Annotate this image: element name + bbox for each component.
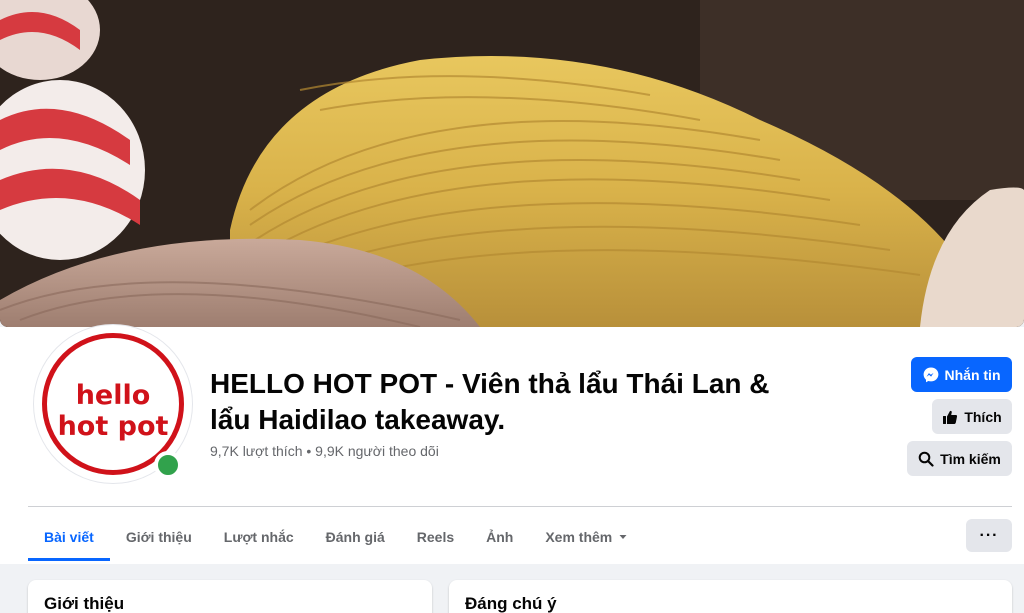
tab-see-more[interactable]: Xem thêm <box>529 513 644 561</box>
thumbs-up-icon <box>943 410 958 424</box>
online-status-indicator <box>154 451 182 479</box>
tab-posts-label: Bài viết <box>44 529 94 545</box>
logo-text: hello hot pot <box>57 380 169 442</box>
tab-about[interactable]: Giới thiệu <box>110 513 208 561</box>
tab-reviews[interactable]: Đánh giá <box>310 513 401 561</box>
tab-see-more-label: Xem thêm <box>545 529 613 545</box>
search-button-label: Tìm kiếm <box>940 450 1001 467</box>
tab-photos[interactable]: Ảnh <box>470 513 529 561</box>
page-stats[interactable]: 9,7K lượt thích • 9,9K người theo dõi <box>210 443 439 459</box>
tab-mentions[interactable]: Lượt nhắc <box>208 513 310 561</box>
tab-mentions-label: Lượt nhắc <box>223 529 294 545</box>
message-button[interactable]: Nhắn tin <box>911 357 1012 392</box>
search-button[interactable]: Tìm kiếm <box>907 441 1012 476</box>
featured-card-title: Đáng chú ý <box>465 594 557 613</box>
more-options-button[interactable]: ··· <box>966 519 1012 552</box>
more-options-icon: ··· <box>979 526 999 544</box>
tab-about-label: Giới thiệu <box>125 529 192 545</box>
intro-card-title: Giới thiệu <box>44 594 125 613</box>
cover-photo[interactable] <box>0 0 1024 327</box>
tab-posts[interactable]: Bài viết <box>28 513 110 561</box>
like-button-label: Thích <box>964 408 1002 425</box>
page-tabs: Bài viết Giới thiệu Lượt nhắc Đánh giá R… <box>28 513 644 561</box>
cover-image <box>0 0 1024 327</box>
like-button[interactable]: Thích <box>932 399 1012 434</box>
tab-photos-label: Ảnh <box>486 529 514 545</box>
tab-reviews-label: Đánh giá <box>325 529 385 545</box>
page-title: HELLO HOT POT - Viên thả lẩu Thái Lan & … <box>210 368 770 435</box>
featured-card: Đáng chú ý <box>449 580 1012 613</box>
messenger-icon <box>923 367 938 382</box>
caret-down-icon <box>619 535 627 539</box>
search-icon <box>918 451 934 467</box>
intro-card: Giới thiệu <box>28 580 432 613</box>
message-button-label: Nhắn tin <box>944 366 1001 383</box>
tab-reels[interactable]: Reels <box>401 513 470 561</box>
header-divider <box>28 506 1012 507</box>
tab-reels-label: Reels <box>416 529 455 545</box>
